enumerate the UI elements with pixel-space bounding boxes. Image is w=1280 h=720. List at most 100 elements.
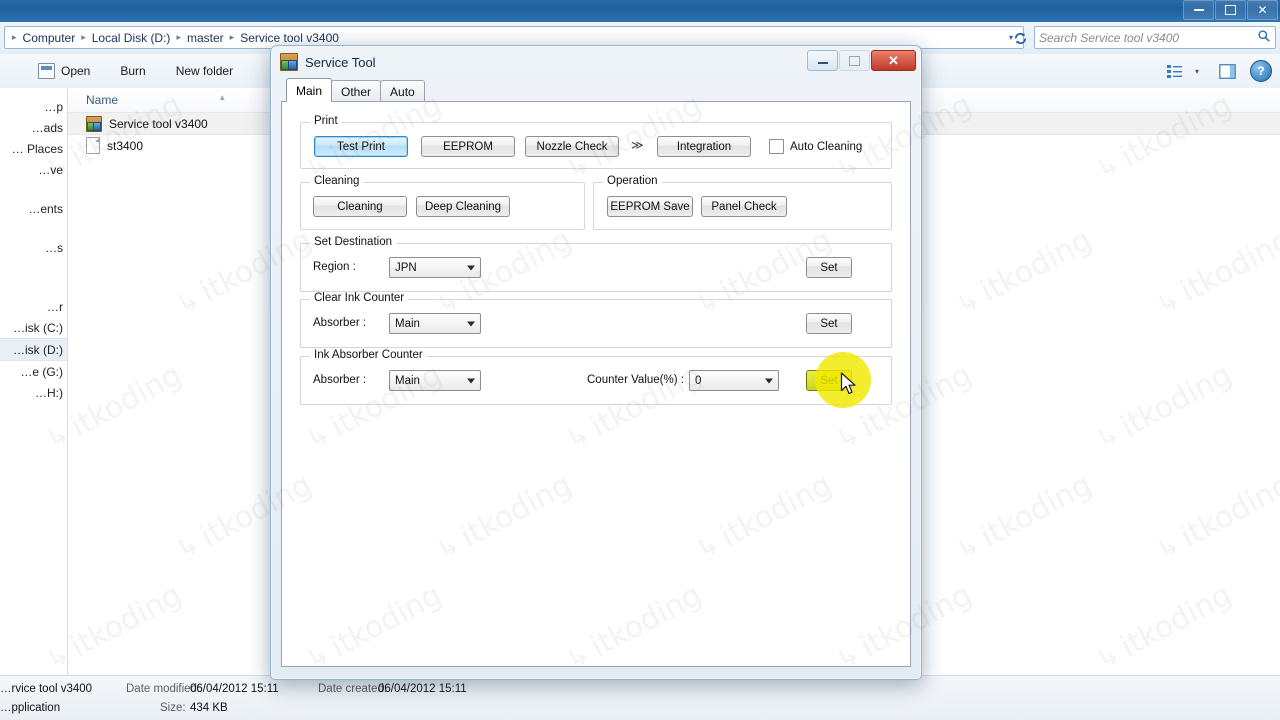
set-destination-set-button-label: Set xyxy=(820,261,838,274)
clear-ink-absorber-dropdown[interactable]: Main xyxy=(389,313,481,334)
ink-absorber-counter-set-button-label: Set xyxy=(820,374,838,387)
ink-absorber-counter-set-button[interactable]: Set xyxy=(806,370,852,391)
dialog-title: Service Tool xyxy=(305,54,376,70)
sidebar-item-12[interactable]: …e (G:) xyxy=(0,361,67,382)
auto-cleaning-checkbox-box[interactable] xyxy=(769,139,784,154)
eeprom-save-button[interactable]: EEPROM Save xyxy=(607,196,693,217)
search-input[interactable]: Search Service tool v3400 xyxy=(1034,26,1276,49)
sidebar-item-13[interactable]: …H:) xyxy=(0,382,67,403)
auto-cleaning-checkbox[interactable]: Auto Cleaning xyxy=(769,139,862,154)
status-date-created-label: Date created: xyxy=(318,683,388,695)
change-view-icon[interactable] xyxy=(1163,60,1187,82)
clear-ink-absorber-dropdown-value: Main xyxy=(395,317,420,330)
breadcrumb-item-computer[interactable]: Computer xyxy=(20,30,79,46)
set-destination-group: Set Destination Region : JPN Set xyxy=(300,236,892,292)
integration-button-label: Integration xyxy=(676,140,732,153)
tab-other-label: Other xyxy=(341,84,372,99)
sidebar-item-2-label: … Places xyxy=(11,141,63,156)
dialog-minimize-button[interactable] xyxy=(807,50,838,71)
panel-check-button[interactable]: Panel Check xyxy=(701,196,787,217)
breadcrumb-item-service-tool-v3400[interactable]: Service tool v3400 xyxy=(237,30,342,46)
integration-button[interactable]: Integration xyxy=(657,136,751,157)
refresh-icon[interactable] xyxy=(1008,27,1032,49)
cleaning-group-legend: Cleaning xyxy=(310,175,364,187)
ink-absorber-counter-group-legend: Ink Absorber Counter xyxy=(310,349,427,361)
eeprom-button-label: EEPROM xyxy=(443,140,493,153)
explorer-minimize-button[interactable] xyxy=(1183,0,1214,20)
view-chevron-down-icon[interactable]: ▾ xyxy=(1189,67,1205,76)
chevron-down-icon xyxy=(467,378,475,383)
status-file-type: …pplication xyxy=(0,702,61,714)
sidebar-item-7-label: …s xyxy=(45,240,63,255)
sidebar-item-5[interactable]: …ents xyxy=(0,198,67,219)
file-row-0-label: Service tool v3400 xyxy=(109,116,208,131)
tab-main[interactable]: Main xyxy=(286,78,333,102)
open-icon xyxy=(38,63,55,79)
cleaning-button[interactable]: Cleaning xyxy=(313,196,407,217)
help-button[interactable]: ? xyxy=(1250,60,1272,82)
ink-absorber-label: Absorber : xyxy=(313,374,367,386)
new-folder-button[interactable]: New folder xyxy=(166,60,243,82)
status-size-value: 434 KB xyxy=(190,702,228,714)
burn-button-label: Burn xyxy=(120,64,146,78)
panel-check-button-label: Panel Check xyxy=(711,200,777,213)
new-folder-button-label: New folder xyxy=(175,64,234,78)
breadcrumb-separator-3: ▸ xyxy=(229,32,235,42)
deep-cleaning-button[interactable]: Deep Cleaning xyxy=(416,196,510,217)
search-placeholder: Search Service tool v3400 xyxy=(1039,30,1180,45)
sidebar-item-10[interactable]: …isk (C:) xyxy=(0,317,67,338)
sidebar-item-9[interactable]: …r xyxy=(0,296,67,317)
test-print-button-label: Test Print xyxy=(337,140,385,153)
preview-pane-icon[interactable] xyxy=(1215,60,1239,82)
clear-ink-counter-group: Clear Ink Counter Absorber : Main Set xyxy=(300,292,892,348)
sidebar-item-2[interactable]: … Places xyxy=(0,138,67,159)
region-dropdown[interactable]: JPN xyxy=(389,257,481,278)
explorer-maximize-button[interactable] xyxy=(1215,0,1246,20)
tab-auto[interactable]: Auto xyxy=(380,80,425,102)
set-destination-set-button[interactable]: Set xyxy=(806,257,852,278)
set-destination-group-legend: Set Destination xyxy=(310,236,396,248)
counter-value-label: Counter Value(%) : xyxy=(587,374,684,386)
dialog-close-button[interactable]: ✕ xyxy=(871,50,916,71)
service-tool-dialog: Service Tool ✕ Main Other Auto Print Tes… xyxy=(270,45,922,680)
dialog-window-controls: ✕ xyxy=(806,50,916,71)
open-button-label: Open xyxy=(61,64,91,78)
eeprom-button[interactable]: EEPROM xyxy=(421,136,515,157)
breadcrumb-item-master[interactable]: master xyxy=(184,30,227,46)
explorer-titlebar: ✕ xyxy=(0,0,1280,23)
breadcrumb-item-local-disk-d[interactable]: Local Disk (D:) xyxy=(89,30,174,46)
sidebar-item-0[interactable]: …p xyxy=(0,96,67,117)
explorer-status-bar: …rvice tool v3400 Date modified: 06/04/2… xyxy=(0,675,1280,720)
sidebar-item-12-label: …e (G:) xyxy=(20,364,63,379)
nozzle-check-button-label: Nozzle Check xyxy=(536,140,608,153)
cleaning-group: Cleaning Cleaning Deep Cleaning xyxy=(300,175,585,230)
breadcrumb-separator-0: ▸ xyxy=(12,32,17,42)
sidebar-item-local-disk-d[interactable]: …isk (D:) xyxy=(0,338,67,361)
ink-absorber-dropdown[interactable]: Main xyxy=(389,370,481,391)
file-row-1-label: st3400 xyxy=(107,138,144,153)
application-icon xyxy=(280,53,298,71)
explorer-sidebar[interactable]: …p …ads … Places …ve …ents …s …r …isk (C… xyxy=(0,88,68,688)
explorer-close-button[interactable]: ✕ xyxy=(1247,0,1278,20)
eeprom-save-button-label: EEPROM Save xyxy=(610,200,690,213)
dialog-titlebar[interactable]: Service Tool ✕ xyxy=(271,46,921,78)
double-chevron-right-icon: ≫ xyxy=(631,138,644,152)
nozzle-check-button[interactable]: Nozzle Check xyxy=(525,136,619,157)
sidebar-item-7[interactable]: …s xyxy=(0,237,67,258)
search-icon xyxy=(1257,29,1271,46)
status-date-created-value: 06/04/2012 15:11 xyxy=(378,683,467,695)
clear-ink-counter-group-legend: Clear Ink Counter xyxy=(310,292,409,304)
clear-ink-counter-set-button[interactable]: Set xyxy=(806,313,852,334)
counter-value-dropdown[interactable]: 0 xyxy=(689,370,779,391)
test-print-button[interactable]: Test Print xyxy=(314,136,408,157)
sidebar-item-3[interactable]: …ve xyxy=(0,159,67,180)
sidebar-item-5-label: …ents xyxy=(28,201,63,216)
tab-other[interactable]: Other xyxy=(331,80,382,102)
sidebar-item-1[interactable]: …ads xyxy=(0,117,67,138)
column-header-name[interactable]: Name xyxy=(68,88,278,112)
burn-button[interactable]: Burn xyxy=(110,60,155,82)
open-button[interactable]: Open xyxy=(28,59,100,83)
tab-panel-main: Print Test Print EEPROM Nozzle Check ≫ I… xyxy=(281,101,911,667)
